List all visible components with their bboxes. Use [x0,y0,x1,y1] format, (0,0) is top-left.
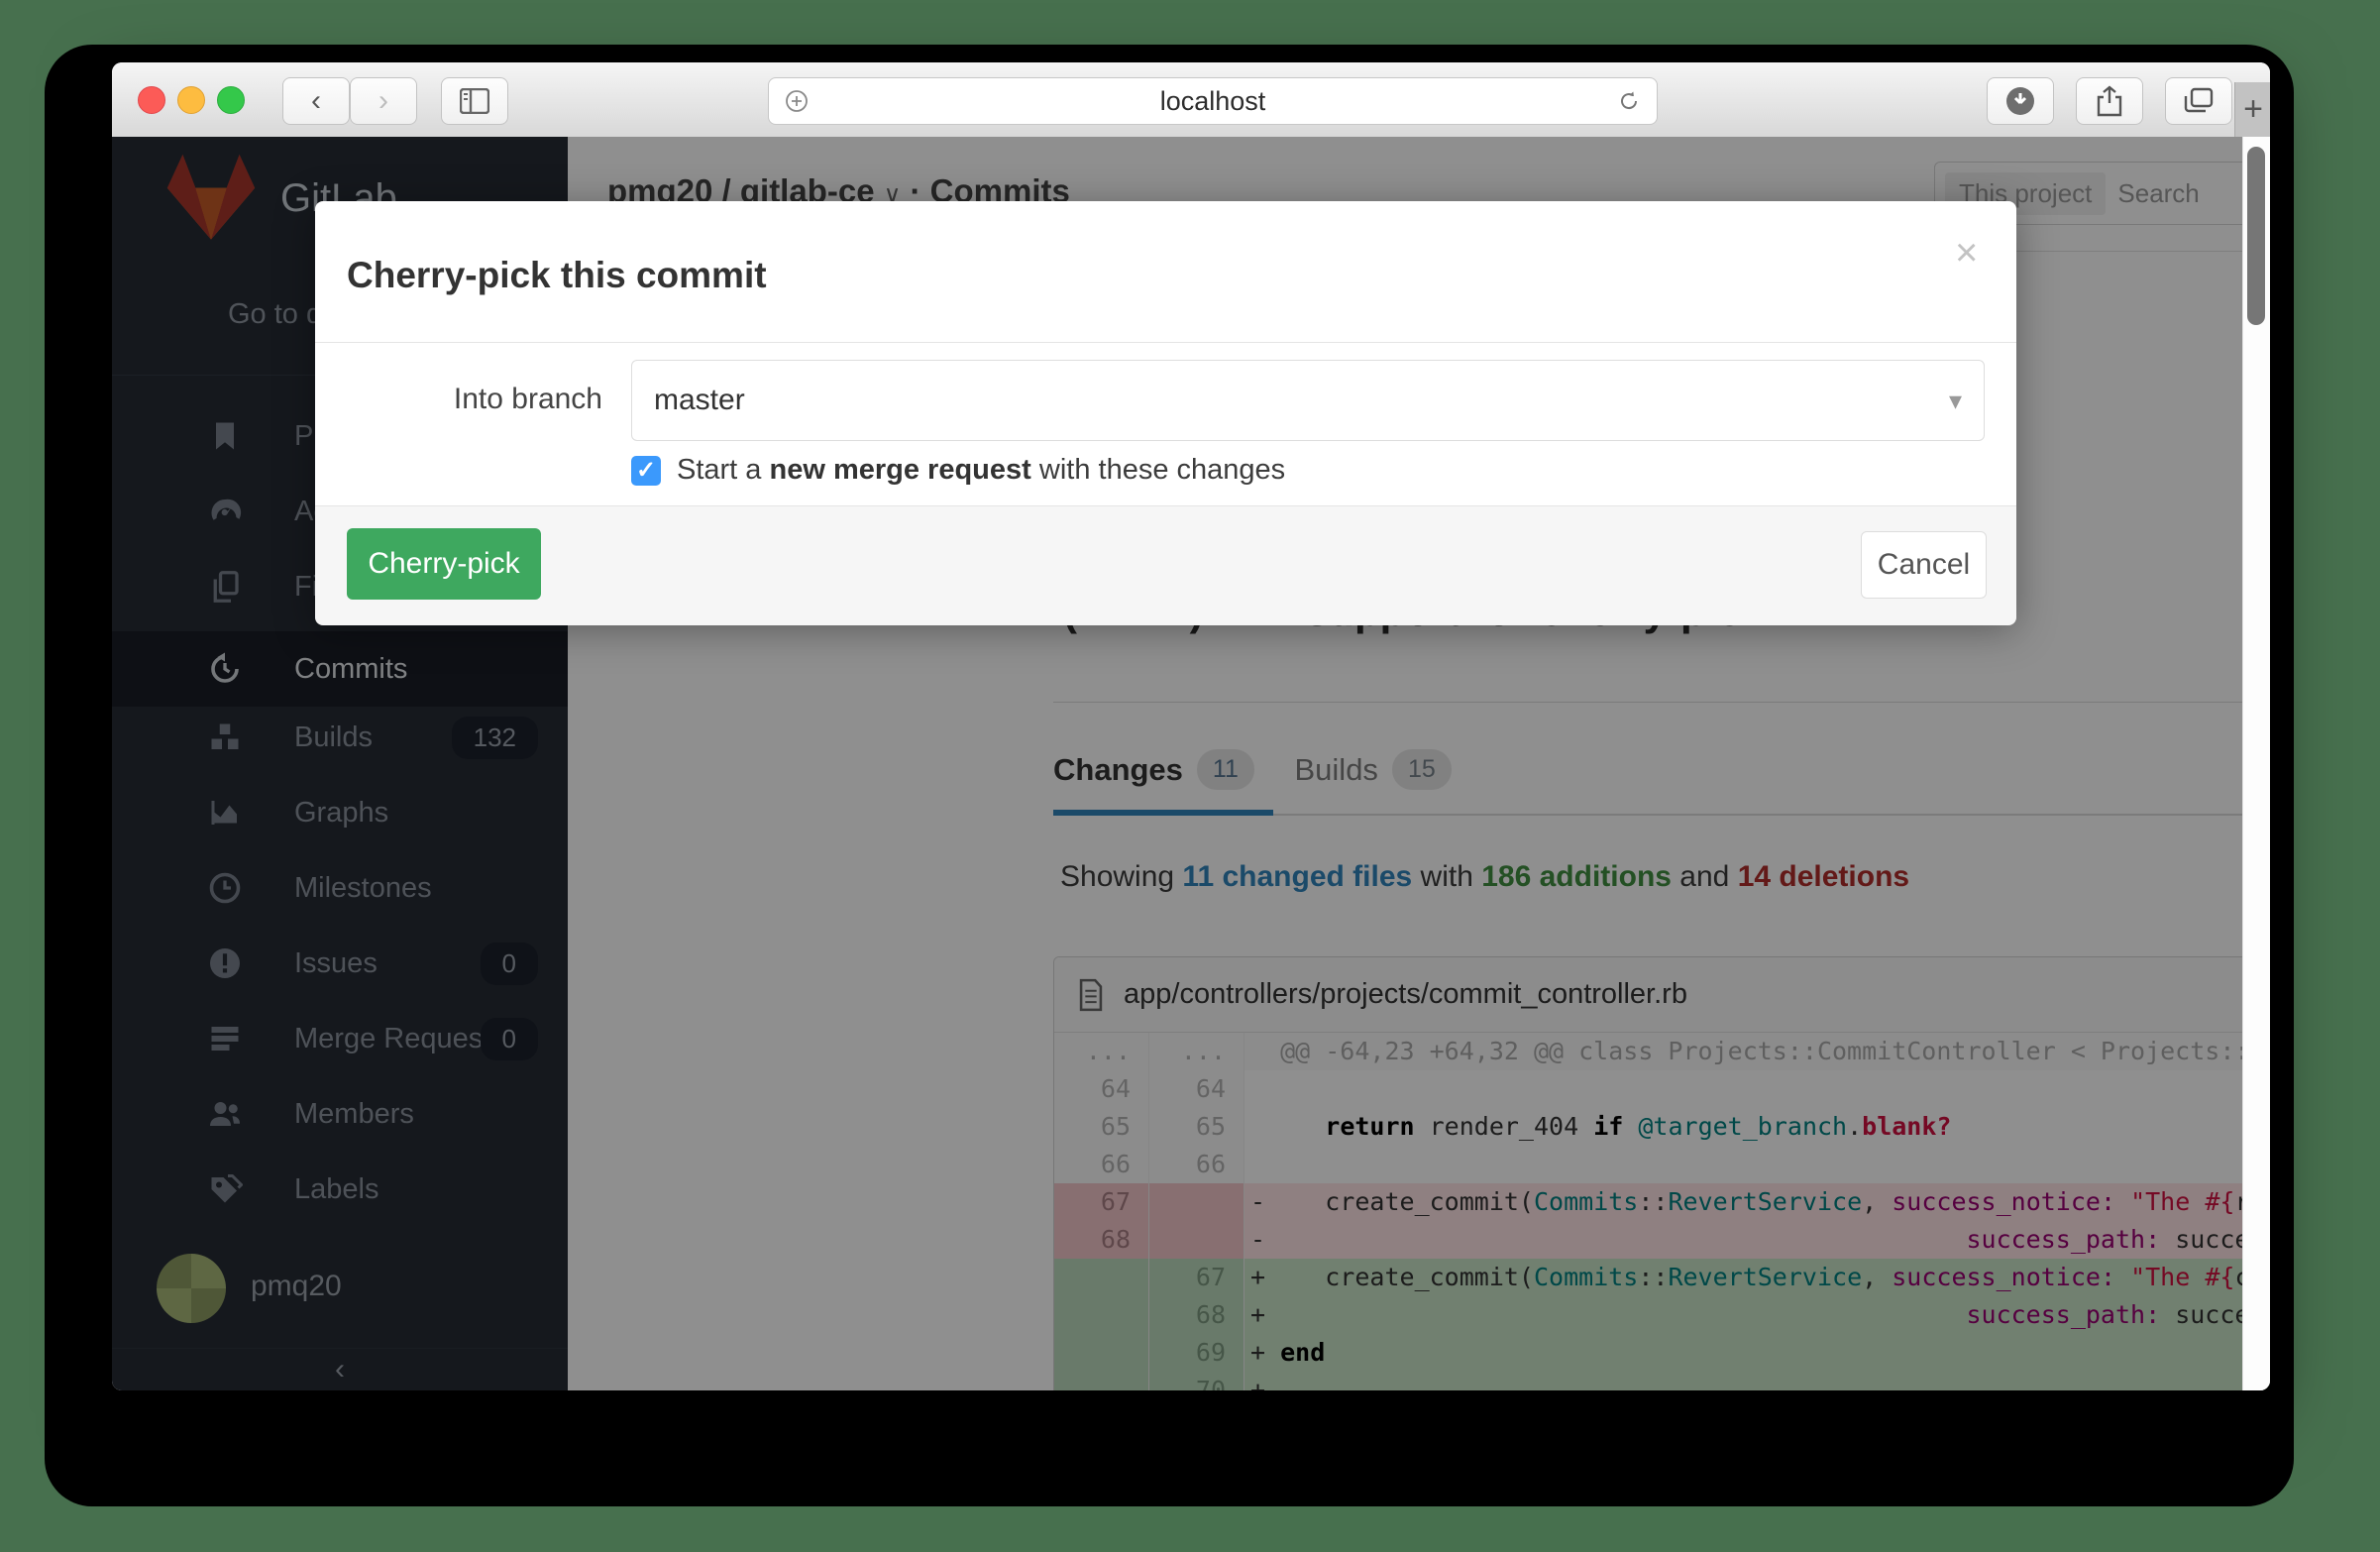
page-content: GitLab Go to dashboard Project Activity … [112,137,2270,1390]
share-icon [2096,85,2123,117]
plus-icon: + [2243,90,2263,129]
window-close-button[interactable] [138,86,165,114]
sidebar-toggle-button[interactable] [441,77,508,125]
share-button[interactable] [2076,77,2143,125]
merge-request-checkbox[interactable]: ✓ [631,456,661,486]
browser-window: ‹ › localhost [112,62,2270,1390]
branch-select-value: master [654,384,745,417]
forward-button[interactable]: › [350,77,417,125]
close-icon[interactable]: × [1955,231,1978,276]
forward-icon: › [379,84,388,118]
refresh-icon[interactable] [1617,89,1641,113]
modal-title: Cherry-pick this commit [347,255,767,296]
cherry-pick-modal: × Cherry-pick this commit Into branch ma… [315,201,2016,624]
merge-request-checkbox-row: ✓ Start a new merge request with these c… [631,454,1285,487]
window-zoom-button[interactable] [217,86,245,114]
address-bar[interactable]: localhost [768,77,1658,125]
scrollbar[interactable] [2242,137,2270,1390]
reading-list-add-icon[interactable] [785,89,809,113]
chevron-down-icon: ▾ [1949,386,1962,416]
back-button[interactable]: ‹ [282,77,350,125]
downloads-button[interactable] [1987,77,2054,125]
new-tab-button[interactable]: + [2234,82,2270,137]
cancel-button[interactable]: Cancel [1861,531,1987,599]
branch-select[interactable]: master ▾ [631,360,1985,441]
cherry-pick-submit-button[interactable]: Cherry-pick [347,528,541,600]
url-text: localhost [1160,86,1266,117]
merge-request-checkbox-label[interactable]: Start a new merge request with these cha… [677,454,1285,487]
into-branch-label: Into branch [315,383,602,416]
window-minimize-button[interactable] [177,86,205,114]
modal-divider [315,342,2016,343]
browser-toolbar: ‹ › localhost [112,62,2270,138]
back-icon: ‹ [311,84,321,118]
sidebar-toggle-icon [460,88,489,114]
modal-footer: Cherry-pick Cancel [315,505,2016,625]
tabs-icon [2184,87,2214,115]
download-icon [2003,84,2037,118]
tab-overview-button[interactable] [2165,77,2232,125]
scrollbar-thumb[interactable] [2247,147,2265,325]
